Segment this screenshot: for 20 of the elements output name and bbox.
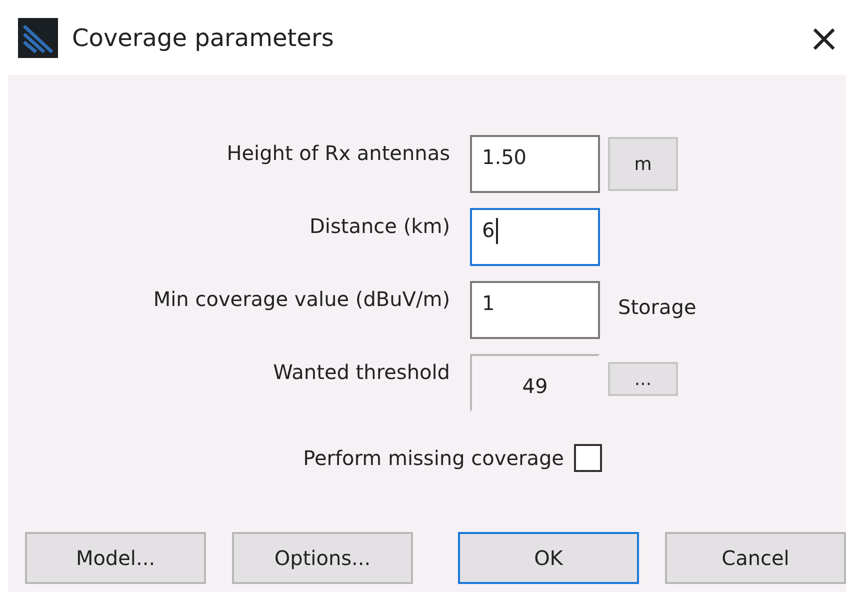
dialog-button[interactable]: Options... — [232, 532, 413, 584]
input-field[interactable]: 1 — [470, 281, 600, 339]
field-label: Height of Rx antennas — [226, 140, 450, 167]
dialog-button[interactable]: Cancel — [665, 532, 846, 584]
window-title: Coverage parameters — [72, 24, 335, 52]
browse-button[interactable]: ... — [608, 362, 678, 396]
unit-button[interactable]: m — [608, 137, 678, 191]
input-field[interactable]: 1.50 — [470, 135, 600, 193]
dialog-button[interactable]: Model... — [25, 532, 206, 584]
checkbox[interactable] — [574, 444, 602, 472]
close-button[interactable]: × — [794, 18, 854, 56]
field-label: Min coverage value (dBuV/m) — [153, 286, 450, 313]
side-label: Storage — [617, 294, 696, 319]
input-field[interactable]: 49 — [470, 354, 600, 412]
input-field[interactable]: 6 — [470, 208, 600, 266]
app-icon — [18, 18, 58, 58]
dialog-button[interactable]: OK — [458, 532, 639, 584]
field-label: Distance (km) — [310, 213, 450, 240]
checkbox-label: Perform missing coverage — [303, 446, 564, 470]
field-label: Wanted threshold — [273, 359, 450, 386]
